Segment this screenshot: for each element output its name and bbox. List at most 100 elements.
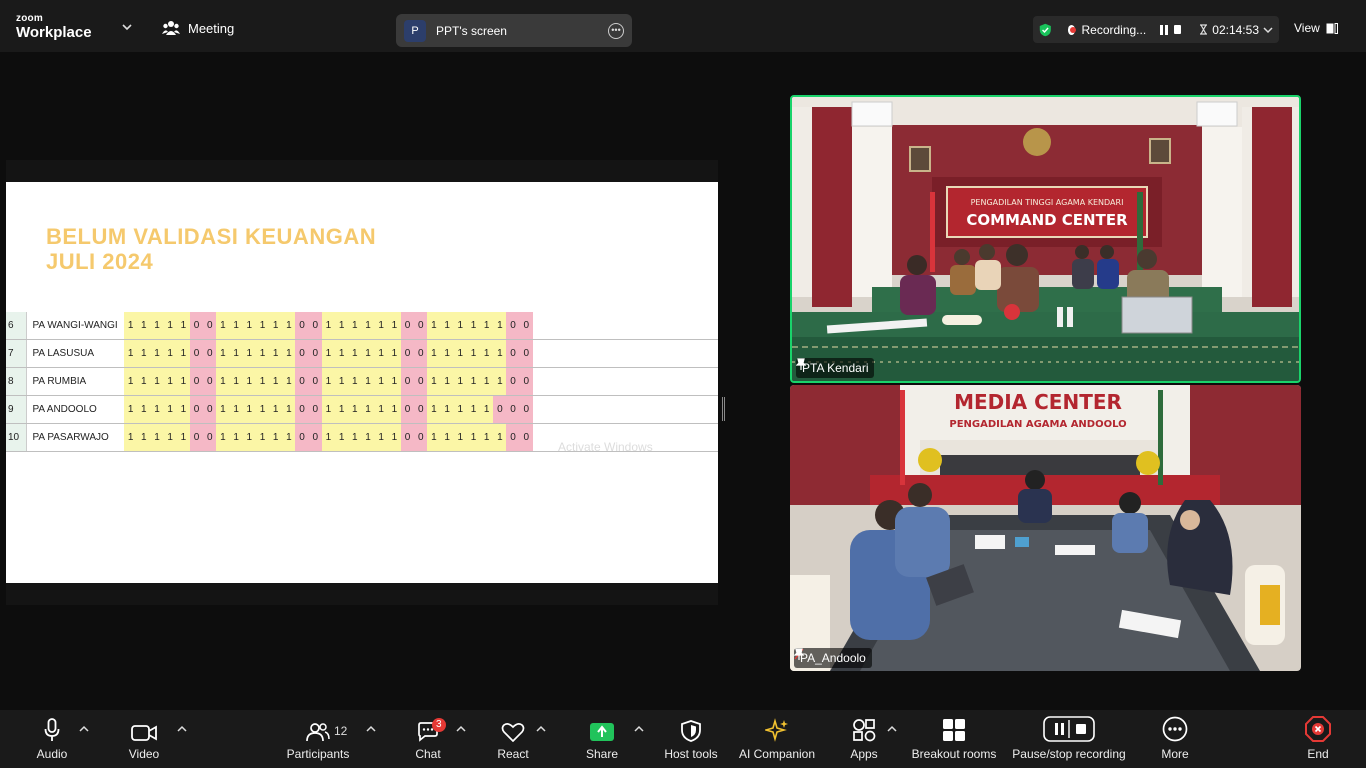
recording-label: Recording...: [1081, 22, 1147, 37]
video-tile-pta-kendari[interactable]: PENGADILAN TINGGI AGAMA KENDARI COMMAND …: [790, 95, 1301, 383]
pause-stop-icon: [1043, 716, 1095, 742]
end-label: End: [1307, 747, 1329, 761]
value-cell: 1: [335, 312, 349, 339]
value-cell: 1: [242, 368, 256, 395]
value-cell: 0: [308, 424, 322, 451]
value-cell: 1: [427, 396, 441, 423]
validation-table: 6 PA WANGI-WANGI 1 1 1 1 1 0 0 1 1 1 1 1 1 0 0 1 1 1 1 1 1 0 0 1 1…: [6, 312, 718, 452]
table-row: 8 PA RUMBIA 1 1 1 1 1 0 0 1 1 1 1 1 1 0 0 1 1 1 1 1 1 0 0 1 1 1 1 1 1 0…: [6, 367, 718, 396]
chat-unread-badge: 3: [432, 718, 446, 732]
value-cell: 1: [176, 340, 190, 367]
host-tools-button[interactable]: Host tools: [662, 710, 720, 768]
share-options-caret-icon[interactable]: [634, 724, 644, 734]
zoom-logo[interactable]: zoom Workplace: [16, 13, 92, 41]
meeting-label: Meeting: [188, 20, 235, 36]
react-button[interactable]: React: [494, 710, 532, 768]
ai-companion-label: AI Companion: [738, 747, 816, 761]
value-cell: 1: [361, 396, 375, 423]
value-cell: 1: [282, 424, 296, 451]
value-cell: 1: [361, 312, 375, 339]
shared-slide: BELUM VALIDASI KEUANGAN JULI 2024 6 PA WA…: [6, 182, 718, 583]
value-cell: 0: [400, 340, 415, 367]
value-cell: 1: [440, 340, 454, 367]
value-cell: 1: [229, 312, 243, 339]
audio-button[interactable]: Audio: [30, 710, 74, 768]
stop-recording-icon[interactable]: [1174, 25, 1182, 34]
audio-label: Audio: [36, 747, 68, 761]
value-cell: 0: [203, 368, 217, 395]
pause-recording-icon[interactable]: [1160, 24, 1169, 35]
end-meeting-button[interactable]: End: [1300, 710, 1336, 768]
value-cell: 1: [124, 312, 138, 339]
value-cell: 1: [242, 312, 256, 339]
row-court-name: PA WANGI-WANGI: [26, 312, 124, 340]
table-row: 7 PA LASUSUA 1 1 1 1 1 0 0 1 1 1 1 1 1 0 0 1 1 1 1 1 1 0 0 1 1 1 1 1 1…: [6, 339, 718, 368]
audio-options-caret-icon[interactable]: [79, 724, 89, 734]
value-cell: 1: [427, 424, 441, 451]
value-cell: 1: [269, 396, 283, 423]
view-button[interactable]: View: [1294, 21, 1338, 35]
value-cell: 1: [453, 368, 467, 395]
value-cell: 0: [519, 368, 533, 395]
layout-icon: [1326, 22, 1338, 34]
value-cell: 0: [519, 340, 533, 367]
activate-windows-watermark: Activate Windows: [558, 440, 653, 454]
value-cell: 0: [295, 424, 309, 451]
video-button[interactable]: Video: [120, 710, 168, 768]
value-cell: 1: [321, 396, 335, 423]
chevron-down-icon[interactable]: [122, 22, 132, 32]
video-feed-pa-andoolo: MEDIA CENTER PENGADILAN AGAMA ANDOOLO: [790, 385, 1301, 671]
apps-options-caret-icon[interactable]: [887, 724, 897, 734]
value-cell: 1: [124, 368, 138, 395]
value-cell: 0: [189, 340, 204, 367]
value-cell: 0: [308, 340, 322, 367]
value-cell: 1: [440, 396, 454, 423]
value-cell: 1: [466, 368, 481, 395]
split-resize-handle[interactable]: [722, 397, 725, 421]
breakout-rooms-button[interactable]: Breakout rooms: [908, 710, 1000, 768]
row-number: 10: [6, 423, 27, 452]
value-cell: 1: [269, 368, 283, 395]
apps-button[interactable]: Apps: [846, 710, 882, 768]
pause-stop-recording-button[interactable]: Pause/stop recording: [1010, 710, 1128, 768]
react-options-caret-icon[interactable]: [536, 724, 546, 734]
video-options-caret-icon[interactable]: [177, 724, 187, 734]
ai-companion-button[interactable]: AI Companion: [736, 710, 818, 768]
table-row: 6 PA WANGI-WANGI 1 1 1 1 1 0 0 1 1 1 1 1 1 0 0 1 1 1 1 1 1 0 0 1 1…: [6, 312, 718, 340]
participants-options-caret-icon[interactable]: [366, 724, 376, 734]
pin-icon: [796, 358, 806, 370]
more-icon: [1162, 716, 1188, 742]
meeting-info-button[interactable]: Meeting: [162, 20, 234, 36]
shield-check-icon[interactable]: [1039, 21, 1052, 39]
value-cell: 1: [427, 340, 441, 367]
more-options-icon[interactable]: •••: [608, 22, 624, 39]
value-cell: 1: [216, 312, 230, 339]
microphone-icon: [44, 718, 60, 741]
screen-share-pill[interactable]: P PPT's screen •••: [396, 14, 632, 47]
value-cell: 1: [269, 312, 283, 339]
chevron-down-icon[interactable]: [1263, 25, 1273, 35]
value-cell: 1: [480, 396, 494, 423]
timer-text: 02:14:53: [1212, 22, 1259, 37]
value-cell: 1: [348, 368, 362, 395]
screen-share-label: PPT's screen: [436, 23, 507, 38]
more-button[interactable]: More: [1156, 710, 1194, 768]
video-tile-pa-andoolo[interactable]: MEDIA CENTER PENGADILAN AGAMA ANDOOLO PA…: [790, 385, 1301, 671]
value-cell: 1: [453, 312, 467, 339]
logo-text-top: zoom: [16, 13, 43, 24]
value-cell: 1: [282, 340, 296, 367]
chat-options-caret-icon[interactable]: [456, 724, 466, 734]
participants-button[interactable]: Participants: [284, 710, 352, 768]
value-cell: 0: [400, 312, 415, 339]
value-cell: 1: [480, 368, 494, 395]
value-cell: 0: [400, 424, 415, 451]
shield-icon: [681, 720, 701, 742]
value-cell: 1: [335, 340, 349, 367]
sharer-avatar: P: [404, 19, 426, 42]
value-cell: 1: [480, 340, 494, 367]
value-cell: 1: [466, 396, 481, 423]
value-cell: 1: [216, 424, 230, 451]
participant-name-tag: PA_Andoolo: [794, 648, 872, 668]
share-button[interactable]: Share: [582, 710, 622, 768]
end-close-icon: [1305, 716, 1331, 742]
